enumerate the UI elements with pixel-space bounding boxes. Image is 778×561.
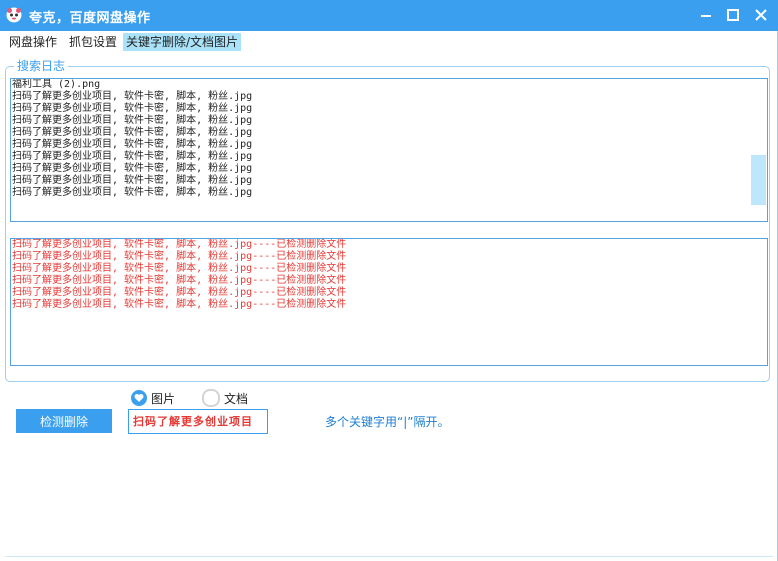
log-line: 扫码了解更多创业项目, 软件卡密, 脚本, 粉丝.jpg----已检测删除文件 [12,287,347,298]
log-line: 扫码了解更多创业项目, 软件卡密, 脚本, 粉丝.jpg----已检测删除文件 [12,239,347,250]
radio-document[interactable]: 文档 [202,389,249,407]
log-line: 扫码了解更多创业项目, 软件卡密, 脚本, 粉丝.jpg [12,151,253,162]
deleted-log-lines: 扫码了解更多创业项目, 软件卡密, 脚本, 粉丝.jpg----已检测删除文件扫… [11,239,767,311]
radio-image-label: 图片 [151,391,176,406]
detect-delete-button[interactable]: 检测删除 [16,409,112,433]
log-line: 福利工具 (2).png [12,79,101,90]
close-button[interactable] [748,4,774,26]
panda-avatar-icon [6,7,22,23]
log-line: 扫码了解更多创业项目, 软件卡密, 脚本, 粉丝.jpg [12,115,253,126]
search-log-box[interactable]: 福利工具 (2).png 扫码了解更多创业项目, 软件卡密, 脚本, 粉丝.jpg… [10,78,768,222]
scrollbar-thumb[interactable] [751,155,766,205]
radio-off-icon [202,389,220,407]
log-line: 扫码了解更多创业项目, 软件卡密, 脚本, 粉丝.jpg----已检测删除文件 [12,299,347,310]
tab-netdisk[interactable]: 网盘操作 [6,33,60,51]
log-line: 扫码了解更多创业项目, 软件卡密, 脚本, 粉丝.jpg [12,139,253,150]
maximize-button[interactable] [720,4,746,26]
tab-bar: 网盘操作 抓包设置 关键字删除/文档图片 [0,31,778,52]
close-icon [755,9,767,21]
status-divider [5,556,773,557]
log-line: 扫码了解更多创业项目, 软件卡密, 脚本, 粉丝.jpg [12,127,253,138]
keyword-hint: 多个关键字用“|”隔开。 [325,415,450,429]
log-line: 扫码了解更多创业项目, 软件卡密, 脚本, 粉丝.jpg----已检测删除文件 [12,251,347,262]
maximize-icon [727,9,739,21]
tab-keyword-delete[interactable]: 关键字删除/文档图片 [123,33,242,51]
deleted-log-box[interactable]: 扫码了解更多创业项目, 软件卡密, 脚本, 粉丝.jpg----已检测删除文件扫… [10,238,768,366]
log-line: 扫码了解更多创业项目, 软件卡密, 脚本, 粉丝.jpg [12,103,253,114]
minimize-button[interactable] [693,4,719,26]
radio-document-label: 文档 [224,391,249,406]
search-log-lines: 福利工具 (2).png 扫码了解更多创业项目, 软件卡密, 脚本, 粉丝.jpg… [11,79,767,199]
search-log-group: 福利工具 (2).png 扫码了解更多创业项目, 软件卡密, 脚本, 粉丝.jpg… [5,66,770,382]
log-line: 扫码了解更多创业项目, 软件卡密, 脚本, 粉丝.jpg [12,91,253,102]
log-line: 扫码了解更多创业项目, 软件卡密, 脚本, 粉丝.jpg----已检测删除文件 [12,275,347,286]
log-line: 扫码了解更多创业项目, 软件卡密, 脚本, 粉丝.jpg [12,187,253,198]
title-bar: 夸克，百度网盘操作 [0,0,778,31]
window-title: 夸克，百度网盘操作 [29,11,151,26]
radio-image[interactable]: 图片 [131,390,175,406]
log-line: 扫码了解更多创业项目, 软件卡密, 脚本, 粉丝.jpg [12,163,253,174]
group-legend: 搜索日志 [14,59,69,73]
heart-radio-icon [131,390,147,406]
log-line: 扫码了解更多创业项目, 软件卡密, 脚本, 粉丝.jpg----已检测删除文件 [12,263,347,274]
log-line: 扫码了解更多创业项目, 软件卡密, 脚本, 粉丝.jpg [12,175,253,186]
tab-capture-settings[interactable]: 抓包设置 [66,33,120,51]
minimize-icon [701,15,711,17]
keyword-input[interactable]: 扫码了解更多创业项目 [128,409,268,434]
